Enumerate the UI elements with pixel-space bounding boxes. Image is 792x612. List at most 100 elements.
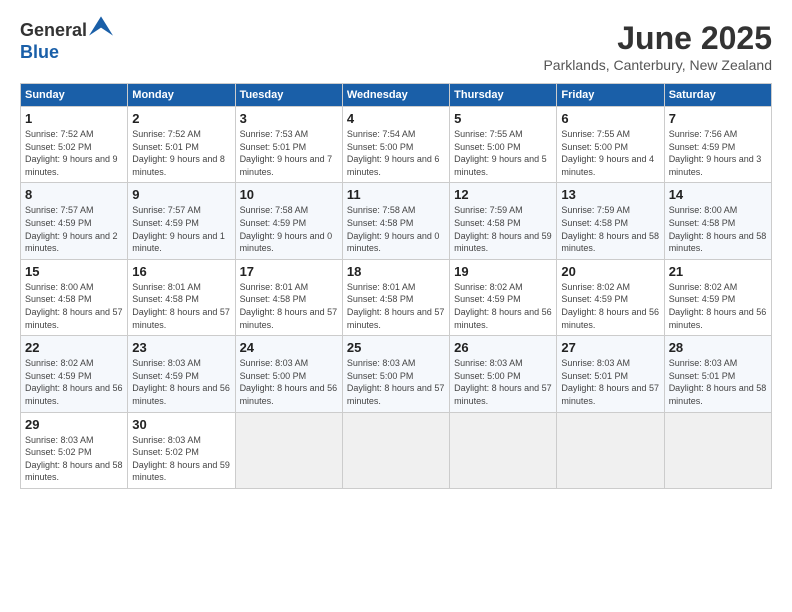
day-info: Sunrise: 8:02 AM Sunset: 4:59 PM Dayligh… — [561, 282, 659, 330]
calendar-cell: 5 Sunrise: 7:55 AM Sunset: 5:00 PM Dayli… — [450, 107, 557, 183]
day-number: 12 — [454, 187, 552, 202]
day-info: Sunrise: 8:03 AM Sunset: 4:59 PM Dayligh… — [132, 358, 230, 406]
title-block: June 2025 Parklands, Canterbury, New Zea… — [543, 20, 772, 73]
day-number: 28 — [669, 340, 767, 355]
day-number: 29 — [25, 417, 123, 432]
day-info: Sunrise: 7:54 AM Sunset: 5:00 PM Dayligh… — [347, 129, 440, 177]
weekday-header: Wednesday — [342, 84, 449, 107]
day-number: 22 — [25, 340, 123, 355]
day-info: Sunrise: 8:02 AM Sunset: 4:59 PM Dayligh… — [25, 358, 123, 406]
calendar-cell: 4 Sunrise: 7:54 AM Sunset: 5:00 PM Dayli… — [342, 107, 449, 183]
day-number: 6 — [561, 111, 659, 126]
day-info: Sunrise: 8:03 AM Sunset: 5:00 PM Dayligh… — [454, 358, 552, 406]
calendar-cell: 25 Sunrise: 8:03 AM Sunset: 5:00 PM Dayl… — [342, 336, 449, 412]
calendar-week-row: 22 Sunrise: 8:02 AM Sunset: 4:59 PM Dayl… — [21, 336, 772, 412]
calendar-cell: 14 Sunrise: 8:00 AM Sunset: 4:58 PM Dayl… — [664, 183, 771, 259]
day-number: 23 — [132, 340, 230, 355]
weekday-header: Saturday — [664, 84, 771, 107]
day-number: 20 — [561, 264, 659, 279]
calendar-cell — [664, 412, 771, 488]
day-number: 27 — [561, 340, 659, 355]
day-info: Sunrise: 8:03 AM Sunset: 5:02 PM Dayligh… — [25, 435, 123, 483]
day-info: Sunrise: 7:59 AM Sunset: 4:58 PM Dayligh… — [454, 205, 552, 253]
day-info: Sunrise: 8:01 AM Sunset: 4:58 PM Dayligh… — [347, 282, 445, 330]
day-number: 11 — [347, 187, 445, 202]
logo-blue: Blue — [20, 42, 59, 62]
day-number: 24 — [240, 340, 338, 355]
day-number: 26 — [454, 340, 552, 355]
calendar-cell: 30 Sunrise: 8:03 AM Sunset: 5:02 PM Dayl… — [128, 412, 235, 488]
calendar-cell: 3 Sunrise: 7:53 AM Sunset: 5:01 PM Dayli… — [235, 107, 342, 183]
weekday-header: Friday — [557, 84, 664, 107]
calendar-cell: 19 Sunrise: 8:02 AM Sunset: 4:59 PM Dayl… — [450, 259, 557, 335]
day-info: Sunrise: 8:01 AM Sunset: 4:58 PM Dayligh… — [240, 282, 338, 330]
calendar-cell: 17 Sunrise: 8:01 AM Sunset: 4:58 PM Dayl… — [235, 259, 342, 335]
calendar-cell: 6 Sunrise: 7:55 AM Sunset: 5:00 PM Dayli… — [557, 107, 664, 183]
day-number: 7 — [669, 111, 767, 126]
day-info: Sunrise: 7:58 AM Sunset: 4:59 PM Dayligh… — [240, 205, 333, 253]
day-info: Sunrise: 8:03 AM Sunset: 5:00 PM Dayligh… — [347, 358, 445, 406]
calendar-cell: 16 Sunrise: 8:01 AM Sunset: 4:58 PM Dayl… — [128, 259, 235, 335]
calendar-table: SundayMondayTuesdayWednesdayThursdayFrid… — [20, 83, 772, 489]
day-info: Sunrise: 8:00 AM Sunset: 4:58 PM Dayligh… — [25, 282, 123, 330]
calendar-cell: 27 Sunrise: 8:03 AM Sunset: 5:01 PM Dayl… — [557, 336, 664, 412]
day-number: 21 — [669, 264, 767, 279]
calendar-cell: 15 Sunrise: 8:00 AM Sunset: 4:58 PM Dayl… — [21, 259, 128, 335]
calendar-cell — [235, 412, 342, 488]
calendar-cell: 20 Sunrise: 8:02 AM Sunset: 4:59 PM Dayl… — [557, 259, 664, 335]
day-info: Sunrise: 8:03 AM Sunset: 5:01 PM Dayligh… — [561, 358, 659, 406]
calendar-cell — [557, 412, 664, 488]
day-info: Sunrise: 7:59 AM Sunset: 4:58 PM Dayligh… — [561, 205, 659, 253]
calendar-cell: 21 Sunrise: 8:02 AM Sunset: 4:59 PM Dayl… — [664, 259, 771, 335]
day-info: Sunrise: 7:57 AM Sunset: 4:59 PM Dayligh… — [25, 205, 118, 253]
calendar-week-row: 15 Sunrise: 8:00 AM Sunset: 4:58 PM Dayl… — [21, 259, 772, 335]
calendar-cell: 1 Sunrise: 7:52 AM Sunset: 5:02 PM Dayli… — [21, 107, 128, 183]
day-info: Sunrise: 8:03 AM Sunset: 5:02 PM Dayligh… — [132, 435, 230, 483]
day-number: 16 — [132, 264, 230, 279]
day-info: Sunrise: 8:01 AM Sunset: 4:58 PM Dayligh… — [132, 282, 230, 330]
calendar-cell: 26 Sunrise: 8:03 AM Sunset: 5:00 PM Dayl… — [450, 336, 557, 412]
weekday-header: Tuesday — [235, 84, 342, 107]
day-number: 18 — [347, 264, 445, 279]
day-info: Sunrise: 8:02 AM Sunset: 4:59 PM Dayligh… — [454, 282, 552, 330]
day-number: 14 — [669, 187, 767, 202]
day-info: Sunrise: 8:03 AM Sunset: 5:01 PM Dayligh… — [669, 358, 767, 406]
logo-bird-icon — [89, 16, 113, 36]
page-header: General Blue June 2025 Parklands, Canter… — [20, 20, 772, 73]
day-number: 15 — [25, 264, 123, 279]
calendar-week-row: 8 Sunrise: 7:57 AM Sunset: 4:59 PM Dayli… — [21, 183, 772, 259]
day-number: 4 — [347, 111, 445, 126]
calendar-body: 1 Sunrise: 7:52 AM Sunset: 5:02 PM Dayli… — [21, 107, 772, 489]
day-number: 2 — [132, 111, 230, 126]
day-number: 13 — [561, 187, 659, 202]
calendar-cell: 29 Sunrise: 8:03 AM Sunset: 5:02 PM Dayl… — [21, 412, 128, 488]
calendar-cell — [450, 412, 557, 488]
calendar-week-row: 1 Sunrise: 7:52 AM Sunset: 5:02 PM Dayli… — [21, 107, 772, 183]
day-info: Sunrise: 8:03 AM Sunset: 5:00 PM Dayligh… — [240, 358, 338, 406]
calendar-cell: 9 Sunrise: 7:57 AM Sunset: 4:59 PM Dayli… — [128, 183, 235, 259]
day-number: 1 — [25, 111, 123, 126]
calendar-cell: 11 Sunrise: 7:58 AM Sunset: 4:58 PM Dayl… — [342, 183, 449, 259]
day-number: 5 — [454, 111, 552, 126]
day-number: 10 — [240, 187, 338, 202]
day-number: 9 — [132, 187, 230, 202]
day-info: Sunrise: 7:52 AM Sunset: 5:02 PM Dayligh… — [25, 129, 118, 177]
day-info: Sunrise: 7:56 AM Sunset: 4:59 PM Dayligh… — [669, 129, 762, 177]
day-number: 30 — [132, 417, 230, 432]
calendar-cell: 7 Sunrise: 7:56 AM Sunset: 4:59 PM Dayli… — [664, 107, 771, 183]
day-info: Sunrise: 7:53 AM Sunset: 5:01 PM Dayligh… — [240, 129, 333, 177]
day-info: Sunrise: 7:55 AM Sunset: 5:00 PM Dayligh… — [454, 129, 547, 177]
weekday-header: Sunday — [21, 84, 128, 107]
day-number: 25 — [347, 340, 445, 355]
day-info: Sunrise: 7:52 AM Sunset: 5:01 PM Dayligh… — [132, 129, 225, 177]
day-number: 3 — [240, 111, 338, 126]
day-info: Sunrise: 7:57 AM Sunset: 4:59 PM Dayligh… — [132, 205, 225, 253]
location: Parklands, Canterbury, New Zealand — [543, 57, 772, 73]
month-title: June 2025 — [543, 20, 772, 57]
weekday-header: Thursday — [450, 84, 557, 107]
day-info: Sunrise: 7:55 AM Sunset: 5:00 PM Dayligh… — [561, 129, 654, 177]
calendar-cell: 12 Sunrise: 7:59 AM Sunset: 4:58 PM Dayl… — [450, 183, 557, 259]
weekday-header: Monday — [128, 84, 235, 107]
calendar-week-row: 29 Sunrise: 8:03 AM Sunset: 5:02 PM Dayl… — [21, 412, 772, 488]
calendar-cell: 18 Sunrise: 8:01 AM Sunset: 4:58 PM Dayl… — [342, 259, 449, 335]
